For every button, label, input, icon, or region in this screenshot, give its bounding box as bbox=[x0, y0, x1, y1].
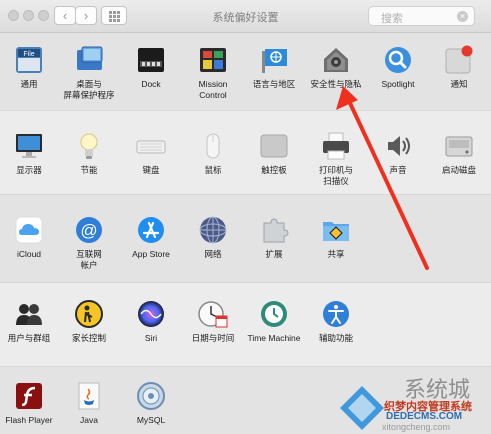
watermark-site-en: DEDECMS.COM bbox=[386, 411, 463, 422]
watermark: 系统城 织梦内容管理系统 DEDECMS.COM xitongcheng.com bbox=[338, 368, 491, 434]
watermark-url: xitongcheng.com bbox=[382, 422, 451, 432]
